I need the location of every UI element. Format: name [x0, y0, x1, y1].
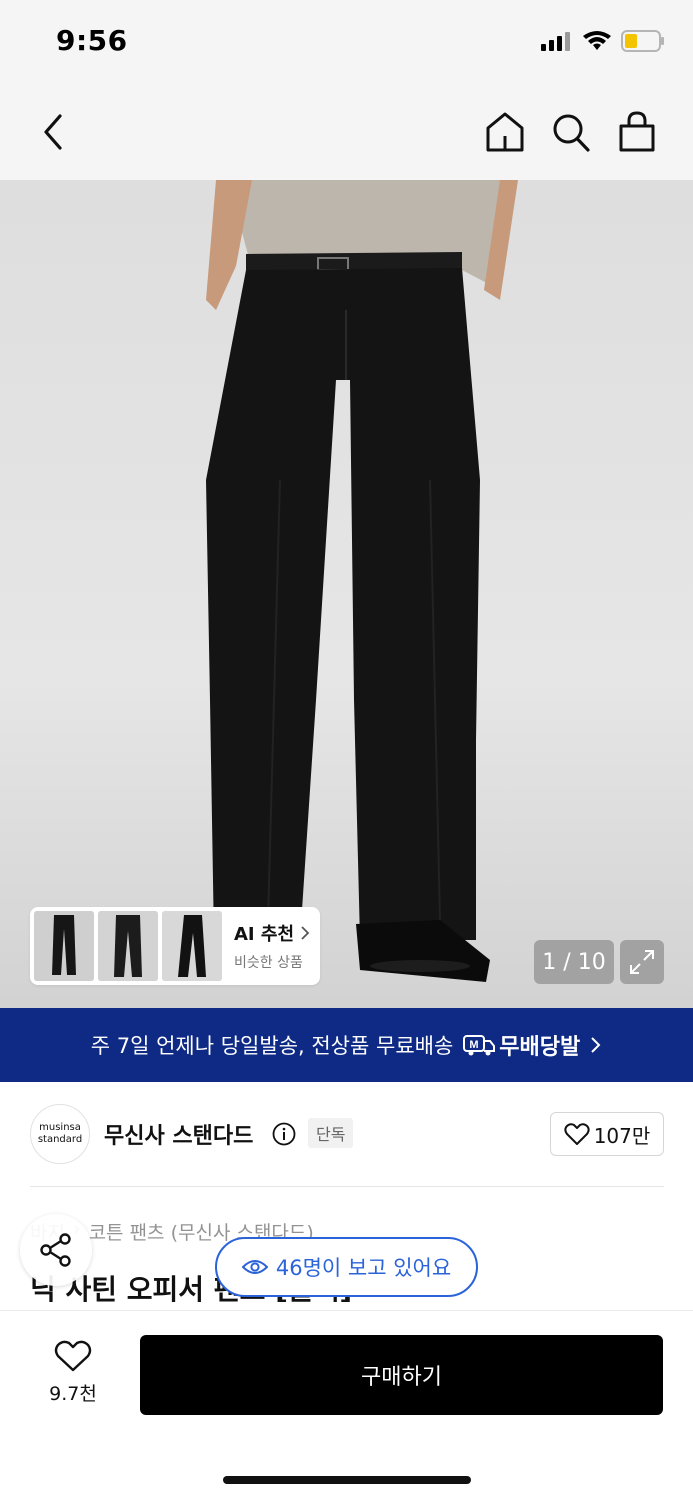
share-icon	[40, 1233, 71, 1267]
eye-icon	[241, 1260, 268, 1274]
wishlist-button[interactable]: 9.7천	[40, 1339, 106, 1406]
ai-recommendation-title: AI 추천	[234, 924, 295, 945]
ai-recommendation-subtitle: 비슷한 상품	[234, 955, 303, 971]
top-nav-bar	[0, 84, 693, 180]
chevron-right-icon	[301, 926, 310, 940]
viewers-count-pill: 46명이 보고 있어요	[215, 1237, 478, 1297]
status-icons	[541, 30, 665, 52]
search-icon	[553, 114, 590, 152]
product-photo	[206, 180, 518, 982]
bottom-action-bar: 9.7천 구매하기	[0, 1310, 693, 1500]
back-button[interactable]	[34, 110, 74, 154]
info-icon[interactable]	[272, 1122, 296, 1146]
viewers-text: 46명이 보고 있어요	[275, 1256, 452, 1280]
heart-outline-icon	[564, 1123, 590, 1145]
brand-logo[interactable]: musinsa standard	[30, 1104, 90, 1164]
expand-image-button[interactable]	[620, 940, 664, 984]
wifi-icon	[583, 31, 611, 50]
image-page-counter: 1 / 10	[534, 940, 614, 984]
brand-row: musinsa standard 무신사 스탠다드 단독 107만	[30, 1104, 664, 1164]
brand-logo-line1: musinsa	[39, 1122, 81, 1133]
free-shipping-banner[interactable]: 주 7일 언제나 당일발송, 전상품 무료배송 M 무배당발	[0, 1008, 693, 1082]
battery-low-icon	[621, 30, 664, 52]
wishlist-count: 9.7천	[49, 1383, 97, 1405]
brand-like-button[interactable]: 107만	[550, 1112, 664, 1156]
promo-badge: M 무배당발	[463, 1029, 580, 1061]
brand-logo-line2: standard	[37, 1134, 83, 1145]
ai-thumbnail[interactable]	[98, 911, 158, 981]
share-button[interactable]	[20, 1214, 92, 1286]
divider	[30, 1186, 664, 1187]
product-image[interactable]	[0, 180, 693, 1008]
buy-button[interactable]: 구매하기	[140, 1335, 663, 1415]
status-bar: 9:56	[0, 0, 693, 84]
heart-outline-icon	[54, 1340, 92, 1372]
thumbnail-image	[162, 911, 222, 981]
ai-recommendation-card[interactable]: AI 추천 비슷한 상품	[30, 907, 320, 985]
promo-badge-label: 무배당발	[499, 1035, 581, 1060]
exclusive-tag: 단독	[308, 1118, 354, 1148]
thumbnail-image	[34, 911, 94, 981]
ai-recommendation-text: AI 추천 비슷한 상품	[234, 920, 310, 972]
brand-like-count: 107만	[593, 1123, 651, 1148]
delivery-truck-icon: M	[463, 1035, 496, 1056]
shopping-bag-icon	[619, 111, 655, 152]
home-icon	[486, 112, 524, 152]
status-time: 9:56	[56, 24, 128, 57]
chevron-right-icon	[591, 1037, 601, 1053]
cellular-signal-icon	[541, 32, 570, 51]
cart-button[interactable]	[616, 110, 658, 154]
home-indicator	[223, 1476, 471, 1484]
ai-thumbnail[interactable]	[162, 911, 222, 981]
ai-thumbnail[interactable]	[34, 911, 94, 981]
expand-icon	[630, 950, 654, 974]
home-button[interactable]	[484, 110, 526, 154]
brand-name[interactable]: 무신사 스탠다드	[104, 1118, 253, 1150]
search-button[interactable]	[550, 110, 592, 154]
chevron-left-icon	[44, 114, 62, 150]
thumbnail-image	[98, 911, 158, 981]
svg-text:M: M	[470, 1039, 479, 1051]
promo-text: 주 7일 언제나 당일발송, 전상품 무료배송	[90, 1034, 454, 1058]
